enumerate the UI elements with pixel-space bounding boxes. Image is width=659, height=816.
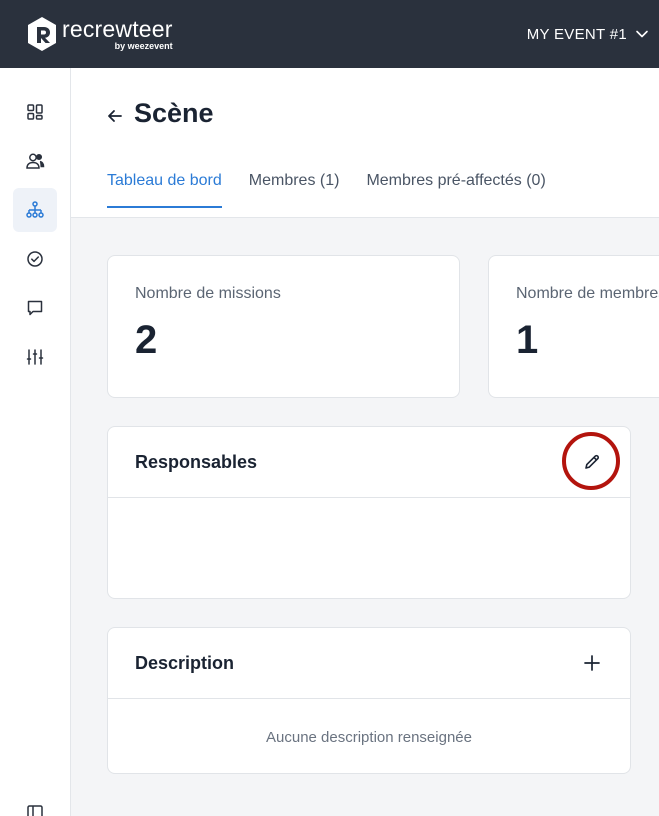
dashboard-grid-icon bbox=[27, 104, 43, 120]
pencil-icon bbox=[585, 454, 600, 469]
event-selector[interactable]: MY EVENT #1 bbox=[527, 26, 649, 43]
logo-mark-icon bbox=[28, 17, 56, 51]
edit-responsables-button[interactable] bbox=[581, 451, 603, 473]
tab-preassigned-members[interactable]: Membres pré-affectés (0) bbox=[366, 172, 545, 206]
add-description-button[interactable] bbox=[581, 652, 603, 674]
sidebar-item-settings[interactable] bbox=[13, 335, 57, 379]
plus-icon bbox=[584, 655, 600, 671]
stat-label: Nombre de membres bbox=[516, 285, 659, 302]
stat-card-members: Nombre de membres 1 bbox=[488, 255, 659, 398]
sidebar-item-toggle[interactable] bbox=[13, 790, 57, 816]
tab-members[interactable]: Membres (1) bbox=[249, 172, 340, 206]
sliders-icon bbox=[26, 349, 44, 365]
tab-dashboard[interactable]: Tableau de bord bbox=[107, 172, 222, 208]
logo-name: recrewteer bbox=[62, 15, 173, 42]
stat-card-missions: Nombre de missions 2 bbox=[107, 255, 460, 398]
page-title: Scène bbox=[134, 98, 214, 128]
logo-subtitle: by weezevent bbox=[114, 40, 173, 51]
panel-header: Responsables bbox=[108, 427, 630, 498]
page-header: Scène Tableau de bord Membres (1) Membre… bbox=[71, 68, 659, 218]
description-panel: Description Aucune description renseigné… bbox=[107, 627, 631, 774]
tab-bar: Tableau de bord Membres (1) Membres pré-… bbox=[107, 172, 546, 208]
event-selector-label: MY EVENT #1 bbox=[526, 25, 627, 43]
top-bar: recrewteer by weezevent MY EVENT #1 bbox=[0, 0, 659, 68]
sidebar-item-users[interactable] bbox=[13, 139, 57, 183]
chevron-down-icon bbox=[636, 30, 648, 38]
chat-bubble-icon bbox=[27, 300, 43, 316]
panel-header: Description bbox=[108, 628, 630, 699]
org-chart-icon bbox=[26, 201, 44, 218]
main-content: Scène Tableau de bord Membres (1) Membre… bbox=[71, 68, 659, 816]
sidebar-item-messages[interactable] bbox=[13, 286, 57, 330]
responsables-panel: Responsables bbox=[107, 426, 631, 599]
back-arrow-icon[interactable] bbox=[105, 106, 125, 126]
sidebar-item-dashboard[interactable] bbox=[13, 90, 57, 134]
sidebar-item-validation[interactable] bbox=[13, 237, 57, 281]
sidebar-item-organization[interactable] bbox=[13, 188, 57, 232]
check-circle-icon bbox=[27, 251, 43, 267]
panel-title: Description bbox=[135, 652, 235, 673]
users-icon bbox=[26, 153, 45, 169]
empty-description-text: Aucune description renseignée bbox=[266, 729, 472, 746]
sidebar bbox=[0, 68, 71, 816]
stat-label: Nombre de missions bbox=[135, 285, 281, 302]
stat-value: 1 bbox=[516, 318, 539, 362]
panel-title: Responsables bbox=[135, 451, 258, 472]
sidebar-toggle-icon bbox=[27, 805, 43, 816]
stat-value: 2 bbox=[135, 318, 158, 362]
app-logo[interactable]: recrewteer by weezevent bbox=[26, 16, 173, 52]
